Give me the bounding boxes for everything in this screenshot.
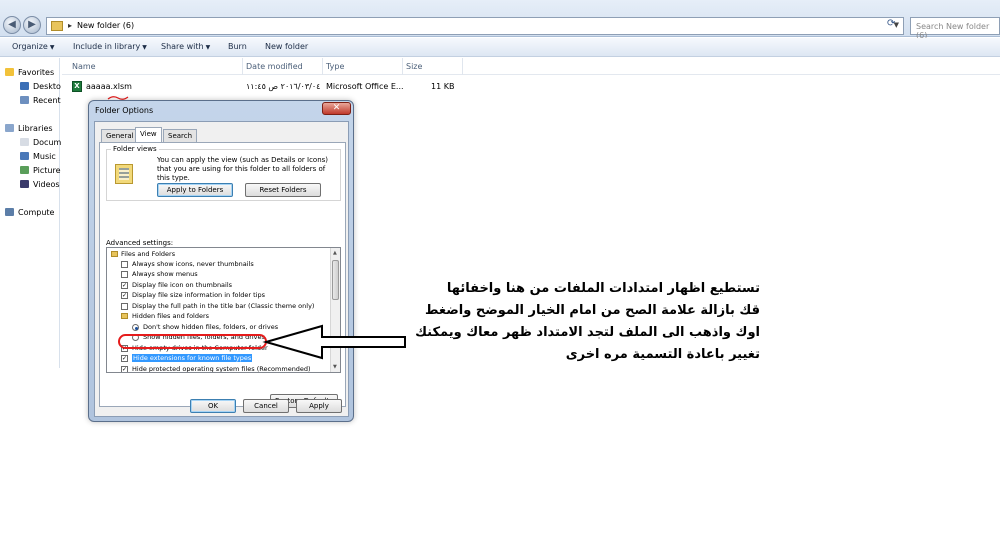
- annotation-line: اوك واذهب الى الملف لتجد الامتداد ظهر مع…: [415, 325, 760, 340]
- annotation-line: تستطيع اظهار امتدادات الملفات من هنا واخ…: [446, 281, 760, 296]
- annotation-line: تغيير باعادة التسمية مره اخرى: [565, 347, 760, 362]
- arrow-annotation: [262, 324, 406, 360]
- annotation-line: قك بازالة علامة الصح من امام الخيار المو…: [424, 303, 760, 318]
- instruction-annotation: تستطيع اظهار امتدادات الملفات من هنا واخ…: [400, 278, 760, 366]
